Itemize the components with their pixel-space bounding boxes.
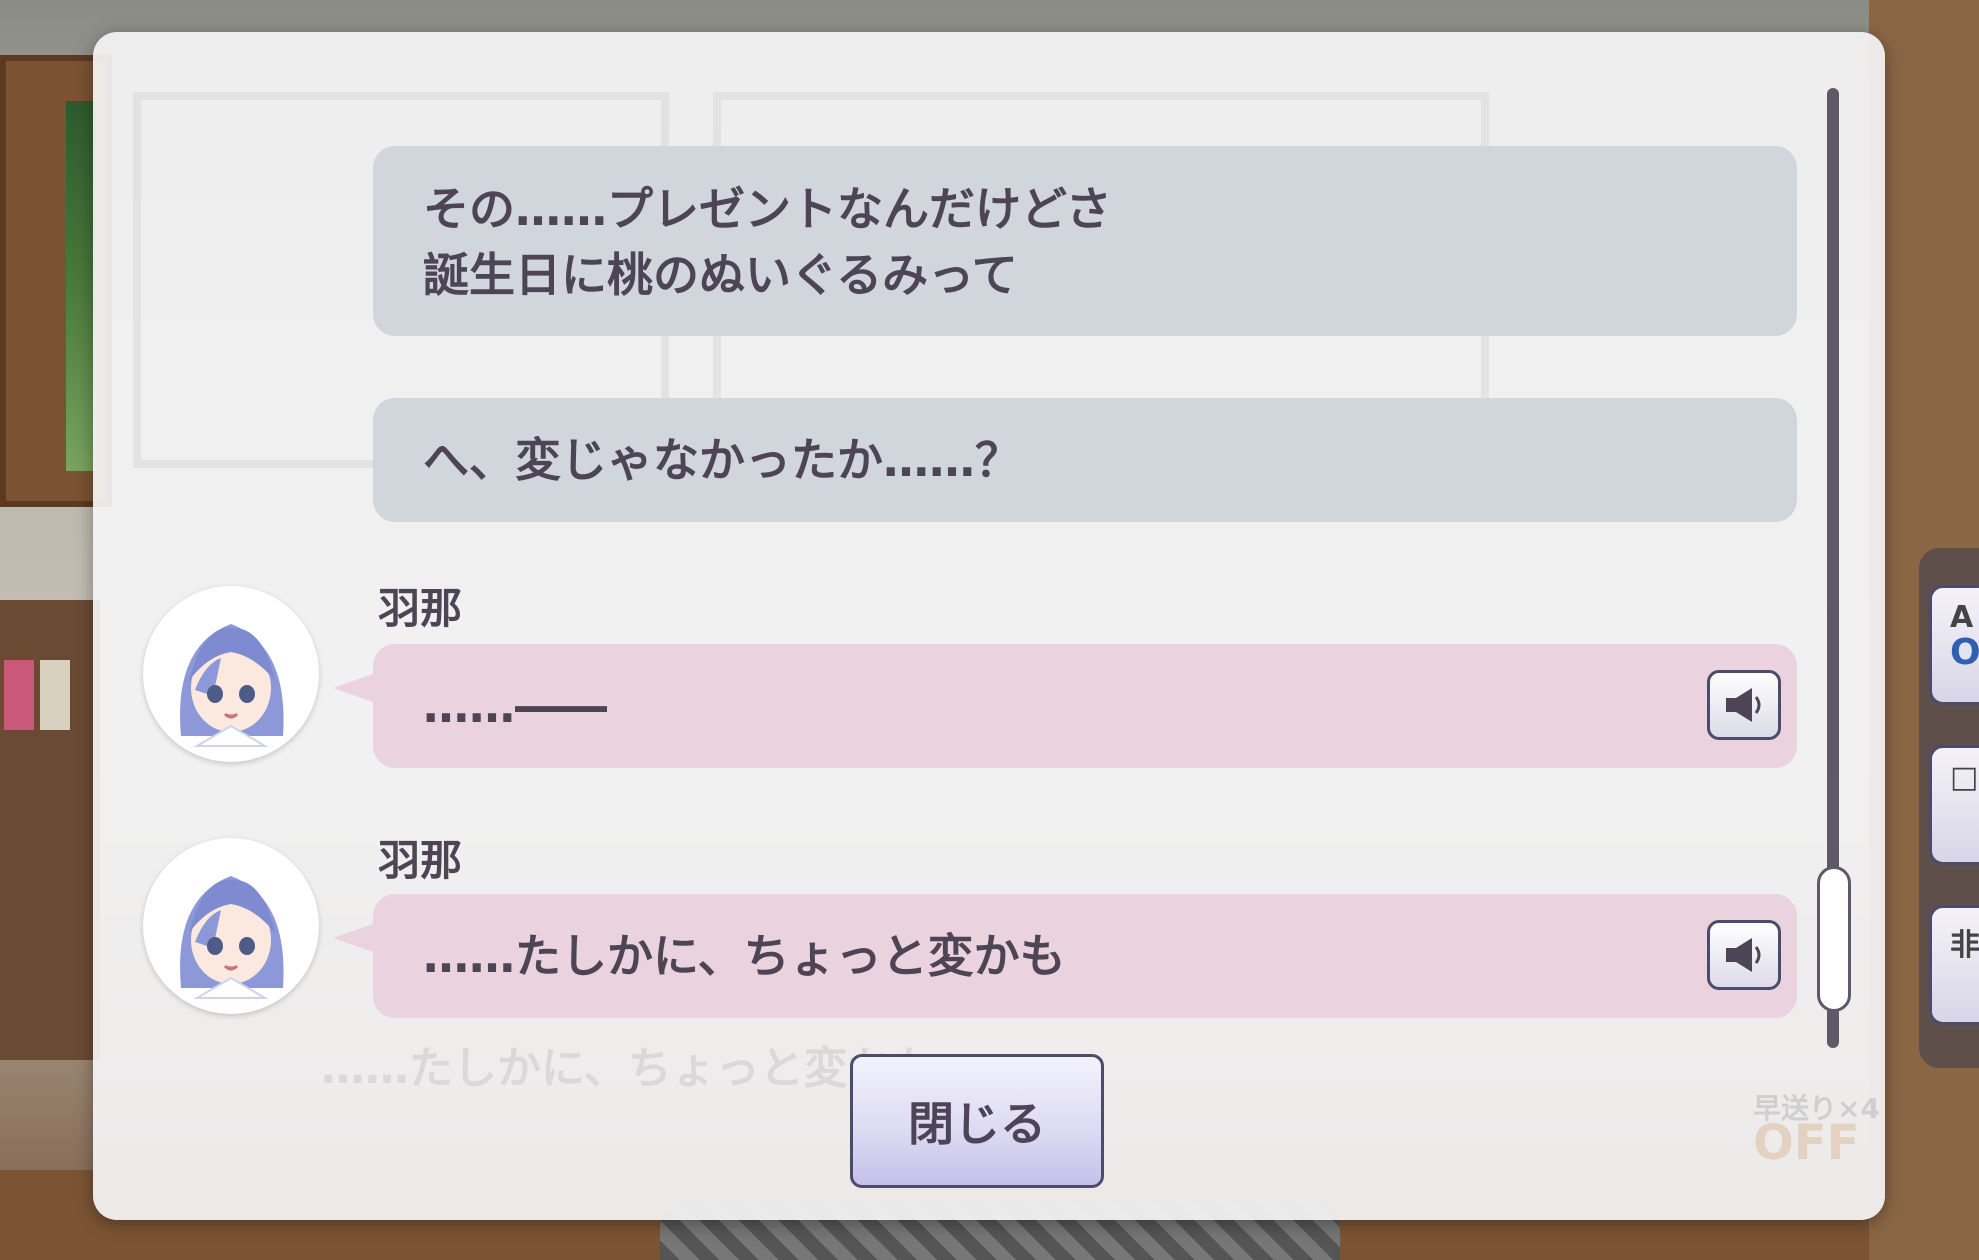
speaker-name: 羽那 [378, 836, 463, 885]
bookshelf [0, 600, 100, 1060]
speaker-icon [1726, 688, 1761, 722]
dialogue-line: ……たしかに、ちょっと変かも [423, 929, 1066, 983]
close-button[interactable]: 閉じる [850, 1054, 1104, 1188]
hide-button[interactable]: 非 [1929, 905, 1979, 1025]
auto-button-label: A [1950, 600, 1974, 635]
speaker-icon [1726, 938, 1761, 972]
character-avatar [143, 586, 319, 762]
dialogue-line: ……―― [423, 679, 607, 733]
narration-line: 誕生日に桃のぬいぐるみって [423, 248, 1018, 302]
narration-line: へ、変じゃなかったか……？ [423, 433, 1021, 487]
scrollbar-thumb[interactable] [1817, 866, 1851, 1012]
backlog-entry-narration: へ、変じゃなかったか……？ [373, 398, 1797, 522]
log-button[interactable]: □ [1929, 745, 1979, 865]
backlog-entry-dialogue: ……―― [333, 644, 1797, 768]
close-button-label: 閉じる [908, 1097, 1046, 1151]
log-button-label: □ [1950, 760, 1979, 795]
voice-replay-button[interactable] [1707, 670, 1781, 740]
character-avatar [143, 838, 319, 1014]
underlying-dialogue-text: ……たしかに、ちょっと変かも [321, 1043, 936, 1094]
fast-forward-indicator: 早送り×4 OFF [1753, 1092, 1880, 1167]
backlog-entry-dialogue: ……たしかに、ちょっと変かも [333, 894, 1797, 1018]
fast-forward-state: OFF [1753, 1115, 1860, 1171]
hide-button-label: 非 [1950, 928, 1979, 963]
auto-button-state: O [1950, 632, 1979, 673]
speaker-name: 羽那 [378, 584, 463, 633]
backlog-entry-narration: その……プレゼントなんだけどさ 誕生日に桃のぬいぐるみって [373, 146, 1797, 336]
voice-replay-button[interactable] [1707, 920, 1781, 990]
narration-line: その……プレゼントなんだけどさ [423, 182, 1112, 236]
auto-button[interactable]: A O [1929, 585, 1979, 705]
backlog-modal: その……プレゼントなんだけどさ 誕生日に桃のぬいぐるみって へ、変じゃなかったか… [93, 32, 1885, 1220]
